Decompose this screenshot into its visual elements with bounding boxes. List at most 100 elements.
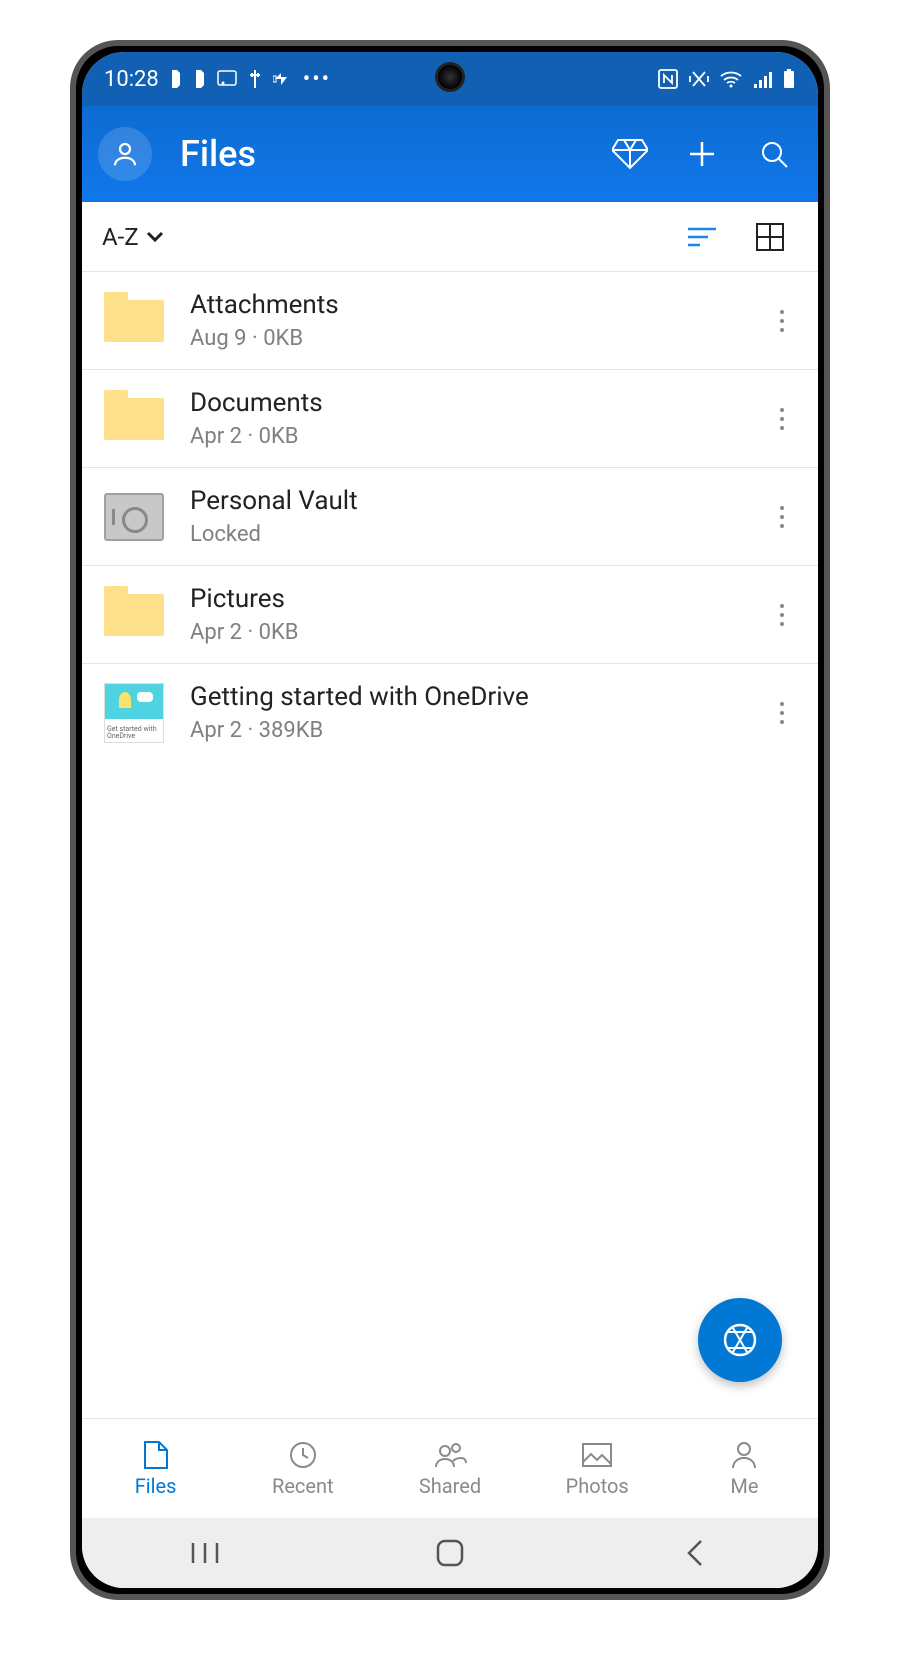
person-icon — [726, 1440, 762, 1470]
device-frame: 10:28 ••• — [70, 40, 830, 1600]
signal-icon — [752, 70, 772, 88]
file-list[interactable]: Attachments Aug 9 · 0KB Documents Apr 2 … — [82, 272, 818, 1418]
file-meta: Apr 2 · 0KB — [190, 424, 742, 449]
scan-fab[interactable] — [698, 1298, 782, 1382]
usb-icon — [247, 70, 263, 88]
sort-dropdown[interactable]: A-Z — [102, 223, 165, 251]
nfc-icon — [658, 69, 678, 89]
charge-icon — [273, 71, 293, 87]
file-item-documents[interactable]: Documents Apr 2 · 0KB — [82, 370, 818, 468]
clock-icon — [285, 1440, 321, 1470]
nav-me[interactable]: Me — [671, 1419, 818, 1518]
more-vertical-icon — [779, 505, 785, 529]
grid-icon — [756, 223, 784, 251]
file-item-pictures[interactable]: Pictures Apr 2 · 0KB — [82, 566, 818, 664]
bottom-nav: Files Recent Shared Photos — [82, 1418, 818, 1518]
page-title: Files — [168, 133, 586, 175]
folder-icon — [102, 391, 166, 447]
account-button[interactable] — [98, 127, 152, 181]
file-info: Attachments Aug 9 · 0KB — [190, 290, 742, 351]
file-info: Documents Apr 2 · 0KB — [190, 388, 742, 449]
sort-row: A-Z — [82, 202, 818, 272]
file-name: Personal Vault — [190, 486, 742, 516]
search-button[interactable] — [746, 126, 802, 182]
battery-icon — [782, 69, 796, 89]
file-meta: Apr 2 · 0KB — [190, 620, 742, 645]
folder-icon — [102, 293, 166, 349]
more-vertical-icon — [779, 603, 785, 627]
person-icon — [110, 139, 140, 169]
status-time: 10:28 — [104, 67, 159, 92]
file-more-button[interactable] — [766, 309, 798, 333]
nav-label: Me — [730, 1474, 758, 1498]
volume-down-button — [70, 466, 74, 616]
file-item-attachments[interactable]: Attachments Aug 9 · 0KB — [82, 272, 818, 370]
nav-label: Photos — [566, 1474, 629, 1498]
people-icon — [432, 1440, 468, 1470]
home-icon — [435, 1538, 465, 1568]
more-vertical-icon — [779, 407, 785, 431]
nav-shared[interactable]: Shared — [376, 1419, 523, 1518]
cast-icon — [217, 70, 237, 88]
more-vertical-icon — [779, 309, 785, 333]
filter-lines-icon — [686, 225, 718, 249]
premium-button[interactable] — [602, 126, 658, 182]
nav-label: Shared — [419, 1474, 481, 1498]
file-item-getting-started[interactable]: Get started with OneDrive Getting starte… — [82, 664, 818, 761]
folder-icon — [102, 587, 166, 643]
file-name: Pictures — [190, 584, 742, 614]
notification-icon-2 — [193, 70, 207, 88]
vibrate-icon — [688, 70, 710, 88]
file-info: Getting started with OneDrive Apr 2 · 38… — [190, 682, 742, 743]
home-button[interactable] — [390, 1538, 510, 1568]
file-info: Pictures Apr 2 · 0KB — [190, 584, 742, 645]
file-info: Personal Vault Locked — [190, 486, 742, 547]
app-bar: Files — [82, 106, 818, 202]
filter-button[interactable] — [674, 209, 730, 265]
back-icon — [683, 1539, 707, 1567]
vault-icon — [102, 489, 166, 545]
nav-label: Files — [135, 1474, 177, 1498]
nav-photos[interactable]: Photos — [524, 1419, 671, 1518]
camera-lens-icon — [720, 1320, 760, 1360]
status-left: 10:28 ••• — [104, 67, 331, 92]
recents-button[interactable] — [145, 1541, 265, 1565]
recents-icon — [189, 1541, 221, 1565]
file-more-button[interactable] — [766, 407, 798, 431]
add-button[interactable] — [674, 126, 730, 182]
nav-files[interactable]: Files — [82, 1419, 229, 1518]
sort-label-text: A-Z — [102, 223, 139, 251]
search-icon — [758, 138, 790, 170]
thumb-caption: Get started with OneDrive — [107, 726, 161, 740]
file-more-button[interactable] — [766, 701, 798, 725]
file-item-personal-vault[interactable]: Personal Vault Locked — [82, 468, 818, 566]
file-more-button[interactable] — [766, 603, 798, 627]
system-nav — [82, 1518, 818, 1588]
view-grid-button[interactable] — [742, 209, 798, 265]
nav-label: Recent — [272, 1474, 334, 1498]
chevron-down-icon — [145, 230, 165, 244]
screen: 10:28 ••• — [82, 52, 818, 1588]
file-name: Attachments — [190, 290, 742, 320]
nav-recent[interactable]: Recent — [229, 1419, 376, 1518]
power-button — [826, 586, 830, 886]
more-notifications-icon: ••• — [303, 67, 331, 92]
file-meta: Locked — [190, 522, 742, 547]
file-icon — [138, 1440, 174, 1470]
plus-icon — [686, 138, 718, 170]
file-name: Getting started with OneDrive — [190, 682, 742, 712]
image-icon — [579, 1440, 615, 1470]
front-camera — [435, 62, 465, 92]
file-more-button[interactable] — [766, 505, 798, 529]
more-vertical-icon — [779, 701, 785, 725]
status-right — [658, 69, 796, 89]
notification-icon-1 — [169, 70, 183, 88]
file-meta: Aug 9 · 0KB — [190, 326, 742, 351]
file-meta: Apr 2 · 389KB — [190, 718, 742, 743]
file-name: Documents — [190, 388, 742, 418]
document-thumbnail: Get started with OneDrive — [102, 685, 166, 741]
diamond-icon — [612, 138, 648, 170]
back-button[interactable] — [635, 1539, 755, 1567]
wifi-icon — [720, 70, 742, 88]
volume-up-button — [70, 306, 74, 396]
